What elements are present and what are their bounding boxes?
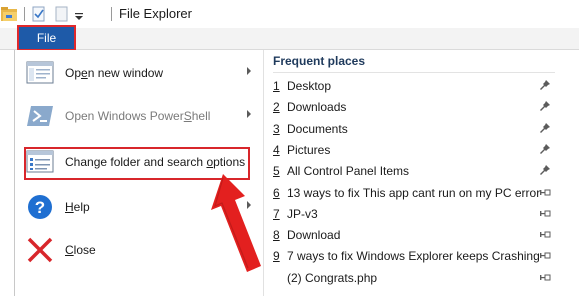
- pinned-icon[interactable]: [539, 100, 551, 112]
- item-number: 6: [273, 185, 280, 200]
- open-powershell-item[interactable]: Open Windows PowerShell: [15, 96, 263, 136]
- item-name: JP-v3: [287, 206, 318, 221]
- pinned-icon[interactable]: [539, 164, 551, 176]
- unpinned-icon[interactable]: [539, 228, 551, 240]
- pinned-icon[interactable]: [539, 122, 551, 134]
- frequent-place-item[interactable]: 3 Documents: [273, 118, 555, 139]
- item-name: 13 ways to fix This app cant run on my P…: [287, 185, 541, 200]
- submenu-arrow-icon: [247, 67, 251, 75]
- item-name: Download: [287, 228, 341, 243]
- pinned-icon[interactable]: [539, 143, 551, 155]
- folder-icon[interactable]: [0, 6, 20, 22]
- item-number: 9: [273, 249, 280, 264]
- frequent-place-item[interactable]: 2 Downloads: [273, 96, 555, 117]
- item-name: 7 ways to fix Windows Explorer keeps Cra…: [287, 249, 540, 264]
- window-title: File Explorer: [119, 6, 192, 21]
- properties-icon[interactable]: [32, 6, 46, 22]
- separator: [273, 72, 555, 73]
- help-label: Help: [65, 200, 90, 214]
- item-number: 8: [273, 228, 280, 243]
- close-label: Close: [65, 243, 96, 257]
- red-arrow-icon: [211, 174, 261, 272]
- unpinned-icon[interactable]: [539, 271, 551, 283]
- unpinned-icon[interactable]: [539, 249, 551, 261]
- frequent-places-pane: Frequent places 1 Desktop 2 Downloads 3 Docum…: [264, 50, 564, 296]
- file-menu: Open new window Open Windows PowerShell: [14, 50, 564, 296]
- item-number: 4: [273, 142, 280, 157]
- new-folder-icon[interactable]: [55, 6, 69, 22]
- item-number: 7: [273, 206, 280, 221]
- customize-quick-access-icon[interactable]: [74, 6, 84, 22]
- item-name: Downloads: [287, 100, 347, 115]
- frequent-place-item[interactable]: 4 Pictures: [273, 139, 555, 160]
- frequent-places-header: Frequent places: [273, 54, 366, 68]
- pinned-icon[interactable]: [539, 79, 551, 91]
- svg-text:?: ?: [35, 198, 45, 217]
- unpinned-icon[interactable]: [539, 207, 551, 219]
- item-name: (2) Congrats.php: [287, 270, 378, 285]
- unpinned-icon[interactable]: [539, 186, 551, 198]
- open-new-window-item[interactable]: Open new window: [15, 53, 263, 93]
- item-name: Documents: [287, 121, 348, 136]
- file-tab-label: File: [36, 31, 57, 45]
- separator: [24, 7, 25, 21]
- frequent-place-item[interactable]: 9 7 ways to fix Windows Explorer keeps Cr…: [273, 245, 555, 266]
- item-number: 5: [273, 164, 280, 179]
- frequent-place-item[interactable]: 6 13 ways to fix This app cant run on my …: [273, 182, 555, 203]
- frequent-place-item[interactable]: 8 Download: [273, 224, 555, 245]
- file-tab[interactable]: File: [17, 25, 76, 51]
- close-icon: [27, 237, 53, 263]
- open-new-window-label: Open new window: [65, 66, 164, 80]
- item-name: Pictures: [287, 142, 331, 157]
- frequent-place-item[interactable]: 5 All Control Panel Items: [273, 160, 555, 181]
- item-number: 1: [273, 79, 280, 93]
- submenu-arrow-icon: [247, 110, 251, 118]
- powershell-icon: [27, 106, 53, 126]
- frequent-place-item[interactable]: 7 JP-v3: [273, 203, 555, 224]
- title-bar: File Explorer: [0, 0, 579, 28]
- item-number: 2: [273, 100, 280, 115]
- ribbon-bar: [0, 28, 579, 50]
- new-window-icon: [26, 61, 54, 84]
- frequent-place-item[interactable]: (2) Congrats.php: [273, 267, 555, 288]
- open-powershell-label: Open Windows PowerShell: [65, 109, 211, 123]
- frequent-place-item[interactable]: 1 Desktop: [273, 75, 555, 96]
- item-number: 3: [273, 121, 280, 136]
- item-name: Desktop: [287, 79, 332, 93]
- separator: [111, 7, 112, 21]
- help-icon: ?: [28, 195, 52, 219]
- item-name: All Control Panel Items: [287, 164, 410, 179]
